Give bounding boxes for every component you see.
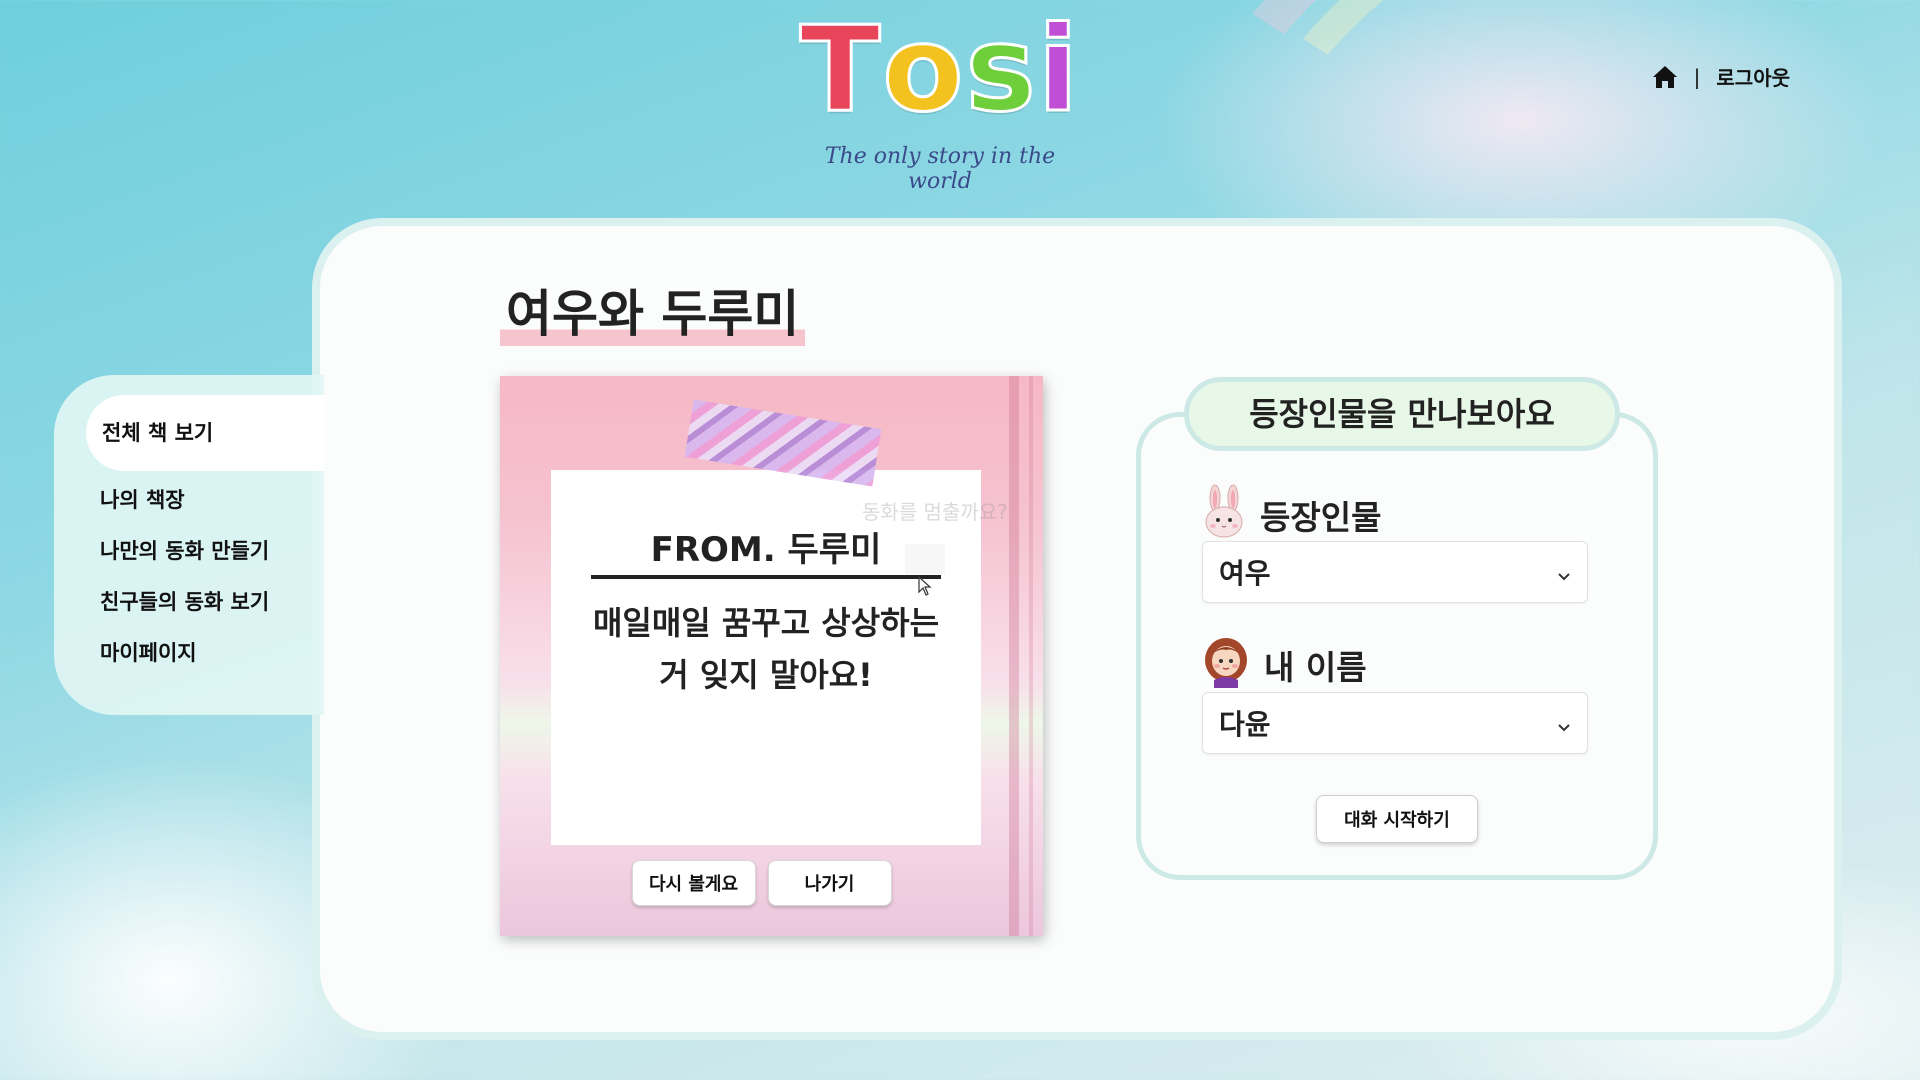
myname-field-label: 내 이름 [1202,634,1367,696]
book-title: 여우와 두루미 [500,282,806,346]
myname-select[interactable]: 다윤 [1202,692,1588,754]
letter-message: 매일매일 꿈꾸고 상상하는 거 잊지 말아요! [592,604,940,694]
myname-label-text: 내 이름 [1264,648,1367,687]
logo-letter-i: i [1036,0,1081,138]
tosi-logo[interactable]: Tosi The only story in the world [790,0,1090,195]
letter-paper: FROM. 두루미 매일매일 꿈꾸고 상상하는 거 잊지 말아요! [551,470,981,845]
replay-button[interactable]: 다시 볼게요 [631,860,756,906]
sidebar-item-mypage[interactable]: 마이페이지 [54,628,324,679]
start-conversation-button[interactable]: 대화 시작하기 [1316,795,1478,843]
mouse-cursor-icon [918,575,932,600]
logo-letter-o: o [881,0,966,138]
character-panel-heading: 등장인물을 만나보아요 [1184,377,1620,451]
sidebar-item-all-books[interactable]: 전체 책 보기 [86,395,324,471]
sidebar-item-create-story[interactable]: 나만의 동화 만들기 [54,526,324,577]
chevron-down-icon [1557,556,1571,589]
character-field-label: 등장인물 [1202,484,1381,546]
logo-wordmark: Tosi [790,0,1090,138]
letter-from: FROM. 두루미 [591,522,941,579]
overlay-ghost-button [905,544,945,574]
nav-separator: | [1693,64,1701,89]
book-spine [1009,376,1019,936]
sidebar-item-friends-stories[interactable]: 친구들의 동화 보기 [54,577,324,628]
character-select-value: 여우 [1219,557,1271,590]
girl-avatar-icon [1202,634,1250,696]
top-nav: | 로그아웃 [1652,62,1790,91]
book-buttons: 다시 볼게요 나가기 [500,860,1043,906]
logo-tagline: The only story in the world [824,144,1056,194]
character-select[interactable]: 여우 [1202,541,1588,603]
exit-button[interactable]: 나가기 [767,860,892,906]
sidebar-item-my-bookshelf[interactable]: 나의 책장 [54,475,324,526]
sidebar: 전체 책 보기 나의 책장 나만의 동화 만들기 친구들의 동화 보기 마이페이… [54,375,324,715]
book-card: FROM. 두루미 매일매일 꿈꾸고 상상하는 거 잊지 말아요! 동화를 멈출… [500,376,1043,936]
chevron-down-icon [1557,707,1571,740]
logo-letter-s: s [964,0,1038,138]
logout-link[interactable]: 로그아웃 [1716,62,1790,91]
stop-story-overlay-text: 동화를 멈출까요? [862,500,1008,524]
book-spine-edge [1029,376,1033,936]
myname-select-value: 다윤 [1219,708,1271,741]
home-icon[interactable] [1652,65,1678,89]
rabbit-icon [1202,484,1246,546]
logo-letter-t: T [798,0,883,138]
character-label-text: 등장인물 [1260,498,1382,537]
